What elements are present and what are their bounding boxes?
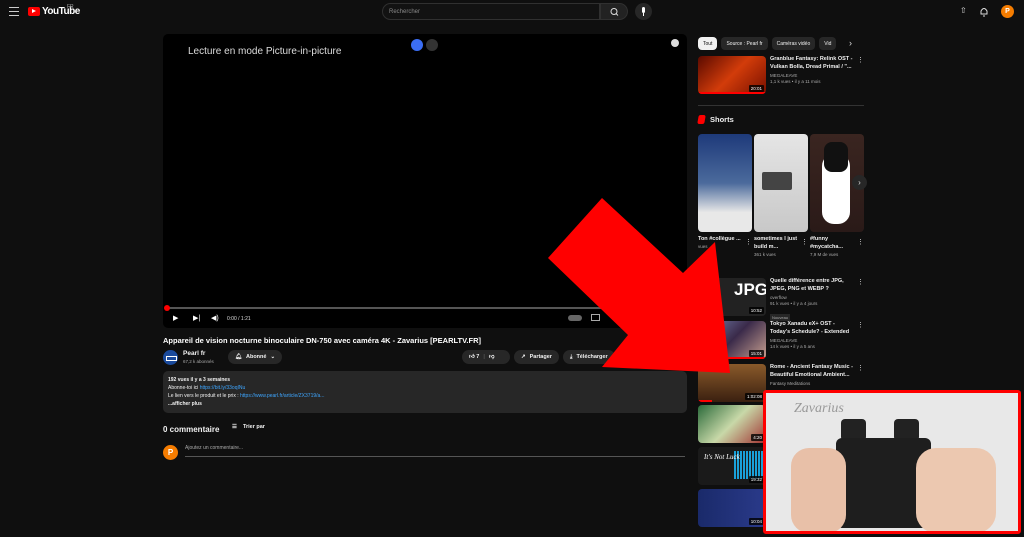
extension-icon[interactable] <box>411 39 423 51</box>
product-link[interactable]: https://www.pearl.fr/article/ZX3719/a... <box>240 393 324 399</box>
subscribe-link[interactable]: https://bit.ly/33oqINu <box>200 385 246 391</box>
bell-icon: 🔔︎ <box>235 354 242 360</box>
progress-bar[interactable] <box>167 307 683 309</box>
video-thumbnail[interactable]: It's Not Luck 19:32 <box>698 447 766 485</box>
new-badge: Nouveau <box>770 314 791 321</box>
video-thumbnail[interactable]: JPG 10:52 <box>698 278 766 316</box>
shorts-next-button[interactable]: › <box>852 175 867 190</box>
chip-video[interactable]: Vid <box>819 37 837 50</box>
description-box[interactable]: 192 vues il y a 3 semaines Abonne-toi ic… <box>163 371 687 413</box>
add-comment-input[interactable]: Ajoutez un commentaire... <box>185 445 685 457</box>
microphone-icon <box>642 7 645 16</box>
volume-icon[interactable]: ◀) <box>211 314 219 322</box>
shorts-header: Shorts <box>697 115 734 124</box>
short-item[interactable]: #funny #mycatcha... 7,9 M de vues ⋮ <box>810 134 864 257</box>
sidebar-video[interactable]: JPG 10:52 Quelle différence entre JPG, J… <box>698 278 864 321</box>
divider <box>698 105 864 106</box>
hand-left <box>791 448 846 531</box>
video-player[interactable]: Lecture en mode Picture-in-picture ▶ ▶| … <box>163 34 687 328</box>
channel-name[interactable]: Pearl fr <box>183 350 205 357</box>
video-title: Appareil de vision nocturne binoculaire … <box>163 336 482 345</box>
youtube-play-icon <box>28 7 40 16</box>
chips-next-icon[interactable]: › <box>849 38 852 48</box>
youtube-logo[interactable]: YouTube FR <box>28 4 80 17</box>
dislike-button[interactable]: 👎︎ <box>489 354 495 360</box>
create-upload-icon[interactable]: ⇧ <box>960 6 967 15</box>
user-avatar[interactable]: P <box>1001 5 1014 18</box>
show-more-link[interactable]: ...afficher plus <box>168 400 682 408</box>
download-button[interactable]: ⤓ Télécharger <box>563 350 615 364</box>
video-thumbnail[interactable]: 10:04 <box>698 489 766 527</box>
progress-scrubber[interactable] <box>164 305 170 311</box>
info-icon[interactable] <box>671 39 679 47</box>
short-thumbnail[interactable] <box>754 134 808 232</box>
more-options-icon[interactable]: ⋮ <box>745 238 752 246</box>
more-options-icon[interactable]: ⋮ <box>801 238 808 246</box>
channel-avatar[interactable] <box>163 350 178 365</box>
chip-cameras[interactable]: Caméras vidéo <box>771 37 816 50</box>
short-item[interactable]: sometimes I just build m... 361 k vues ⋮ <box>754 134 808 257</box>
sidebar-video[interactable]: 20:01 Granblue Fantasy: Relink OST - Vul… <box>698 56 864 96</box>
subscribed-button[interactable]: 🔔︎ Abonné ⌄ <box>228 350 283 364</box>
filter-chips: Tout Source : Pearl fr Caméras vidéo Vid <box>698 37 837 50</box>
comment-count: 0 commentaire <box>163 425 220 434</box>
video-thumbnail[interactable]: 15:01 <box>698 321 766 359</box>
more-options-icon[interactable]: ⋮ <box>857 278 864 286</box>
next-icon[interactable]: ▶| <box>193 314 200 322</box>
search-icon <box>610 8 619 16</box>
sort-icon: ☰ <box>232 424 237 430</box>
chip-source[interactable]: Source : Pearl fr <box>721 37 768 50</box>
shorts-icon <box>697 115 706 124</box>
share-button[interactable]: ↗ Partager <box>514 350 559 364</box>
short-item[interactable]: Ton #collègue ... vues ⋮ <box>698 134 752 249</box>
play-icon[interactable]: ▶ <box>173 314 178 322</box>
more-options-icon[interactable]: ⋮ <box>857 321 864 329</box>
subscriber-count: 67,2 k abonnés <box>183 359 214 364</box>
notifications-bell-icon[interactable] <box>979 6 989 17</box>
pip-overlay-text: Lecture en mode Picture-in-picture <box>188 46 342 57</box>
search-input[interactable]: Rechercher <box>382 3 600 20</box>
hand-right <box>916 448 996 531</box>
miniplayer-icon[interactable] <box>591 314 600 321</box>
more-options-icon[interactable]: ⋮ <box>857 364 864 372</box>
view-stats: 192 vues il y a 3 semaines <box>168 377 230 383</box>
more-options-icon[interactable]: ⋮ <box>857 238 864 246</box>
chip-all[interactable]: Tout <box>698 37 718 50</box>
video-thumbnail[interactable]: 1:02:08 <box>698 364 766 402</box>
voice-search-button[interactable] <box>635 3 652 20</box>
menu-icon[interactable] <box>9 7 19 16</box>
like-dislike-group: 👍︎ 7 | 👎︎ <box>462 350 510 364</box>
pip-exit-icon[interactable] <box>426 39 438 51</box>
share-icon: ↗ <box>521 354 526 360</box>
more-options-icon[interactable]: ⋮ <box>857 56 864 64</box>
commenter-avatar: P <box>163 445 178 460</box>
time-display: 0:00 / 1:21 <box>227 316 251 322</box>
sidebar-video[interactable]: 15:01 Tokyo Xanadu eX+ OST - Today's Sch… <box>698 321 864 361</box>
like-button[interactable]: 👍︎ 7 <box>469 354 479 360</box>
autoplay-toggle[interactable] <box>568 315 582 321</box>
picture-in-picture-window[interactable]: Zavarius <box>763 390 1021 534</box>
sort-button[interactable]: ☰ Trier par <box>232 424 265 430</box>
watermark: Zavarius <box>794 401 844 416</box>
video-thumbnail[interactable]: 4:20 <box>698 405 766 443</box>
chevron-down-icon: ⌄ <box>270 354 276 360</box>
top-bar: YouTube FR Rechercher ⇧ P <box>0 0 1024 24</box>
video-thumbnail[interactable]: 20:01 <box>698 56 766 94</box>
short-thumbnail[interactable] <box>698 134 752 232</box>
download-icon: ⤓ <box>570 353 573 360</box>
search-button[interactable] <box>600 3 628 20</box>
